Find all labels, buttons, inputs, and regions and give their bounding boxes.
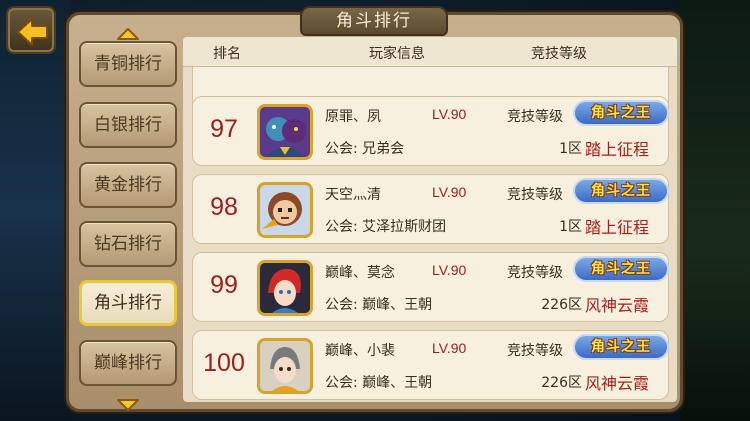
avatar — [257, 338, 313, 394]
server-region: 风神云霞 — [585, 296, 650, 315]
guild-name: 公会: 艾泽拉斯财团 — [325, 219, 447, 235]
guild-name: 公会: 兄弟会 — [325, 141, 405, 157]
player-level: LV.90 — [432, 340, 467, 356]
header-arena-level: 竞技等级 — [531, 46, 587, 62]
list-item[interactable]: 100 巅峰、小裴 LV.90 竞技等级 角斗之王 公会: 巅峰、王朝 226区… — [192, 330, 669, 400]
tab-diamond-ranking[interactable]: 钻石排行 — [79, 221, 177, 267]
scroll-down-arrow-icon[interactable] — [116, 398, 140, 412]
rank-number: 100 — [203, 349, 245, 377]
arena-title-badge: 角斗之王 — [573, 334, 669, 360]
list-header: 排名 玩家信息 竞技等级 — [183, 37, 677, 67]
server-number: 1区 — [559, 219, 582, 235]
server-region: 踏上征程 — [585, 140, 650, 159]
avatar — [257, 104, 313, 160]
rank-number: 97 — [210, 115, 238, 143]
arena-title-badge: 角斗之王 — [573, 178, 669, 204]
hero-portrait-icon — [260, 263, 310, 313]
player-name: 天空灬清 — [325, 187, 381, 203]
tab-gold-ranking[interactable]: 黄金排行 — [79, 162, 177, 208]
page-title: 角斗排行 — [300, 6, 448, 36]
header-player-info: 玩家信息 — [369, 46, 425, 62]
server-number: 226区 — [541, 297, 582, 313]
tab-bronze-ranking[interactable]: 青铜排行 — [79, 41, 177, 87]
arena-level-label: 竞技等级 — [507, 343, 563, 359]
tab-silver-ranking[interactable]: 白银排行 — [79, 102, 177, 148]
guild-name: 公会: 巅峰、王朝 — [325, 375, 433, 391]
list-item[interactable]: 99 巅峰、莫念 LV.90 竞技等级 角斗之王 公会: 巅峰、王朝 226区 … — [192, 252, 669, 322]
back-button[interactable] — [6, 6, 56, 54]
guild-name: 公会: 巅峰、王朝 — [325, 297, 433, 313]
arena-title-badge: 角斗之王 — [573, 100, 669, 126]
player-name: 原罪、夙 — [325, 109, 381, 125]
server-number: 1区 — [559, 141, 582, 157]
server-region: 风神云霞 — [585, 374, 650, 393]
arena-level-label: 竞技等级 — [507, 187, 563, 203]
ranking-list[interactable]: 排名 玩家信息 竞技等级 97 原罪、夙 LV.90 竞技等级 角斗之王 公会:… — [183, 37, 677, 402]
rank-number: 99 — [210, 271, 238, 299]
list-item[interactable]: 98 天空灬清 LV.90 竞技等级 角斗之王 公会: 艾泽拉斯财团 1区 踏上… — [192, 174, 669, 244]
arena-level-label: 竞技等级 — [507, 265, 563, 281]
header-rank: 排名 — [213, 46, 241, 62]
player-name: 巅峰、小裴 — [325, 343, 395, 359]
background-left — [0, 0, 70, 421]
list-item[interactable]: 97 原罪、夙 LV.90 竞技等级 角斗之王 公会: 兄弟会 1区 踏上征程 — [192, 96, 669, 166]
player-level: LV.90 — [432, 184, 467, 200]
arena-level-label: 竞技等级 — [507, 109, 563, 125]
hero-portrait-icon — [260, 107, 310, 157]
tab-peak-ranking[interactable]: 巅峰排行 — [79, 340, 177, 386]
server-region: 踏上征程 — [585, 218, 650, 237]
avatar — [257, 182, 313, 238]
scroll-up-arrow-icon[interactable] — [116, 27, 140, 41]
tab-arena-ranking[interactable]: 角斗排行 — [79, 280, 177, 326]
rank-number: 98 — [210, 193, 238, 221]
background-right — [680, 0, 750, 421]
server-number: 226区 — [541, 375, 582, 391]
avatar — [257, 260, 313, 316]
hero-portrait-icon — [260, 341, 310, 391]
hero-portrait-icon — [260, 185, 310, 235]
player-level: LV.90 — [432, 262, 467, 278]
arrow-left-icon — [17, 18, 48, 46]
player-name: 巅峰、莫念 — [325, 265, 395, 281]
player-level: LV.90 — [432, 106, 467, 122]
arena-title-badge: 角斗之王 — [573, 256, 669, 282]
